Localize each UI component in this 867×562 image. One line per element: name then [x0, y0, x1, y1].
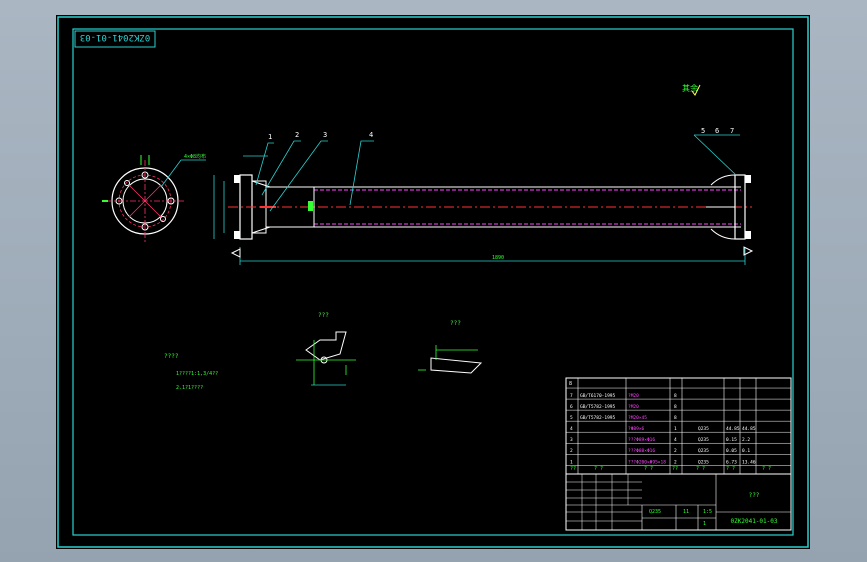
callout-4: 4: [369, 131, 373, 139]
inner-frame: [72, 28, 794, 536]
bom-cell-name: ???Φ88×Φ16: [628, 448, 655, 454]
notes-line-2: 2.1?1????: [176, 385, 203, 391]
callout-1: 1: [268, 133, 272, 141]
bom-cell-name: ?M20: [628, 393, 639, 399]
bom-top-index: 8: [569, 381, 572, 387]
bom-cell-qty: 8: [674, 415, 677, 421]
detail-label-2: ???: [450, 320, 461, 327]
bom-cell-no: 3: [570, 437, 573, 443]
bom-cell-qty: 2: [674, 459, 677, 465]
title-block-weight: 11: [683, 509, 689, 515]
stamp-code: 0ZK2041-01-03: [80, 32, 150, 42]
bom-header-no: ??: [570, 466, 576, 472]
bom-cell-qty: 8: [674, 404, 677, 410]
bom-header-code: ? ?: [594, 466, 603, 472]
callout-3: 3: [323, 131, 327, 139]
bom-cell-qty: 2: [674, 448, 677, 454]
callout-6: 6: [715, 127, 719, 135]
bom-cell-w2: 13.46: [742, 459, 756, 465]
title-block-code: 0ZK2041-01-03: [731, 518, 778, 525]
bom-header-qty: ??: [672, 466, 678, 472]
bom-cell-name: ?Φ89×6: [628, 426, 645, 432]
pipe-assembly: [213, 134, 754, 265]
bom-cell-qty: 4: [674, 437, 677, 443]
bom-header-weight: ? ?: [726, 466, 735, 472]
flange-end-view: [102, 155, 206, 243]
detail-view-gusset-1: [296, 331, 356, 386]
bom-cell-qty: 1: [674, 426, 677, 432]
bom-cell-w1: 0.05: [726, 448, 737, 454]
bom-cell-name: ???Φ89×Φ16: [628, 437, 655, 443]
cad-canvas[interactable]: 0ZK2041-01-03 其余 4×Φ8均布 1 2 3 4 5 6 7 18…: [56, 15, 810, 549]
detail-label-1: ???: [318, 312, 329, 319]
screenshot: 0ZK2041-01-03 其余 4×Φ8均布 1 2 3 4 5 6 7 18…: [0, 0, 867, 562]
bom-cell-no: 5: [570, 415, 573, 421]
bom-cell-name: ?M20×45: [628, 415, 647, 421]
title-block-title: ???: [749, 492, 760, 499]
bom-cell-code: GB/T6170-1995: [580, 393, 616, 399]
bom-cell-code: GB/T5782-1995: [580, 415, 616, 421]
bom-cell-code: GB/T5782-1995: [580, 404, 616, 410]
bom-cell-qty: 8: [674, 393, 677, 399]
bom-cell-no: 4: [570, 426, 573, 432]
bom-cell-w2: 2.2: [742, 437, 750, 443]
bom-cell-mat: Q235: [698, 448, 709, 454]
bom-cell-w2: 44.85: [742, 426, 756, 432]
bom-cell-name: ???Φ200×Φ95×18: [628, 459, 666, 465]
bom-header-mat: ? ?: [696, 466, 705, 472]
bom-cell-w1: 44.85: [726, 426, 740, 432]
bom-header-name: ? ?: [644, 466, 653, 472]
bom-cell-no: 1: [570, 459, 573, 465]
flange-note: 4×Φ8均布: [184, 153, 206, 160]
callout-7: 7: [730, 127, 734, 135]
bom-cell-mat: Q235: [698, 459, 709, 465]
notes-line-1: 1????1:1,3/4??: [176, 371, 218, 377]
title-block-material: Q235: [649, 509, 661, 515]
dim-overall-length: 1890: [492, 255, 504, 261]
bom-cell-no: 7: [570, 393, 573, 399]
bom-header-note: ? ?: [762, 466, 771, 472]
bom-cell-mat: Q235: [698, 426, 709, 432]
bom-row-lines: [566, 387, 791, 466]
notes-title: ????: [164, 353, 179, 360]
bom-cell-w2: 0.1: [742, 448, 750, 454]
bom-cell-mat: Q235: [698, 437, 709, 443]
title-block-scale: 1:5: [703, 509, 712, 515]
title-block-sheets: 1: [703, 521, 706, 527]
bom-cell-name: ?M20: [628, 404, 639, 410]
callout-5: 5: [701, 127, 705, 135]
callout-2: 2: [295, 131, 299, 139]
bom-cell-w1: 6.73: [726, 459, 737, 465]
bom-cell-no: 2: [570, 448, 573, 454]
bom-cell-no: 6: [570, 404, 573, 410]
bom-table: [565, 377, 792, 475]
detail-view-gusset-2: [418, 345, 483, 374]
bom-cell-w1: 0.15: [726, 437, 737, 443]
drawing-sheet: 0ZK2041-01-03 其余 4×Φ8均布 1 2 3 4 5 6 7 18…: [56, 15, 810, 549]
roughness-mark: 其余: [682, 83, 698, 93]
